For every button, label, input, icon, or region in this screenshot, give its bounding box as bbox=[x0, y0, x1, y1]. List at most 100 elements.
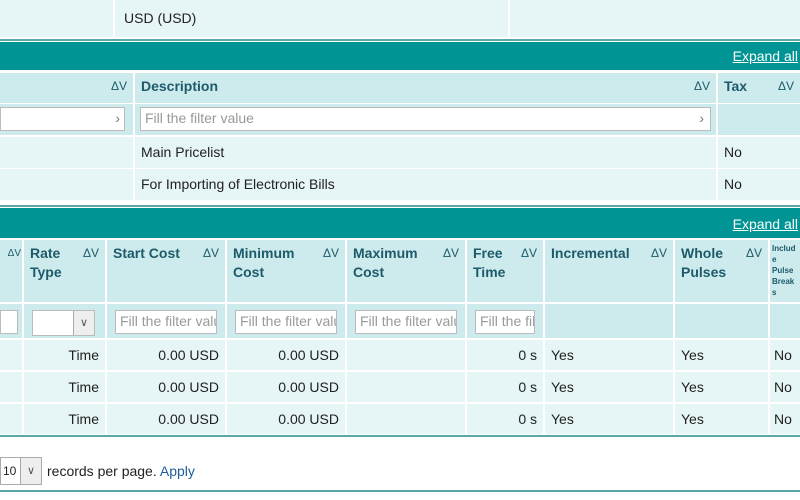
rates-expand-all-link[interactable]: Expand all bbox=[733, 216, 798, 232]
pricelist-tax: No bbox=[718, 169, 800, 200]
chevron-down-icon: ∨ bbox=[73, 311, 94, 335]
pricelists-header-bar: Expand all bbox=[0, 42, 800, 70]
name-filter-input[interactable] bbox=[0, 310, 18, 334]
rate-free-time: 0 s bbox=[467, 372, 543, 402]
start-cost-filter-input[interactable]: Fill the filter value bbox=[115, 310, 217, 334]
maximum-cost-filter-input[interactable]: Fill the filter value bbox=[355, 310, 457, 334]
header-label: Tax bbox=[724, 78, 748, 94]
placeholder: Fill the filter value bbox=[240, 313, 336, 329]
rate-name bbox=[0, 404, 22, 434]
currency-value: USD (USD) bbox=[115, 0, 508, 37]
table-row-cell bbox=[0, 137, 133, 168]
table-row-cell bbox=[0, 169, 133, 200]
filter-cell: ∨ bbox=[24, 304, 105, 338]
rate-incremental: Yes bbox=[545, 340, 673, 370]
header-label: Start Cost bbox=[113, 245, 180, 261]
column-header-incremental[interactable]: Incremental ΔV bbox=[545, 240, 673, 302]
sort-icon[interactable]: ΔV bbox=[443, 244, 459, 263]
rate-maximum-cost bbox=[347, 372, 465, 402]
header-label: Minimum Cost bbox=[233, 245, 295, 280]
header-label: Free Time bbox=[473, 245, 506, 280]
records-per-page-label: records per page. bbox=[47, 463, 157, 479]
sort-icon[interactable]: ΔV bbox=[651, 244, 667, 263]
rate-type-select[interactable]: ∨ bbox=[32, 310, 95, 336]
rate-incremental: Yes bbox=[545, 372, 673, 402]
rate-whole-pulses: Yes bbox=[675, 372, 768, 402]
sort-icon[interactable]: ΔV bbox=[83, 244, 99, 263]
filter-cell bbox=[675, 304, 768, 338]
sort-icon[interactable]: ΔV bbox=[521, 244, 537, 263]
placeholder: Fill the filter value bbox=[145, 110, 254, 126]
rate-maximum-cost bbox=[347, 404, 465, 434]
minimum-cost-filter-input[interactable]: Fill the filter value bbox=[235, 310, 337, 334]
sort-icon[interactable]: ΔV bbox=[323, 244, 339, 263]
rate-start-cost: 0.00 USD bbox=[107, 372, 225, 402]
chevron-right-icon: › bbox=[699, 110, 704, 126]
sort-icon[interactable]: ΔV bbox=[746, 244, 762, 263]
top-cell-empty bbox=[510, 0, 800, 37]
rate-name bbox=[0, 340, 22, 370]
column-header-tax[interactable]: Tax ΔV bbox=[718, 73, 800, 103]
header-label: Rate Type bbox=[30, 245, 62, 280]
column-header-rate-type[interactable]: Rate Type ΔV bbox=[24, 240, 105, 302]
column-header-start-cost[interactable]: Start Cost ΔV bbox=[107, 240, 225, 302]
column-header-name[interactable]: ΔV bbox=[0, 73, 133, 103]
sort-icon[interactable]: ΔV bbox=[8, 244, 21, 263]
filter-cell: Fill the filter value › bbox=[135, 104, 716, 135]
rate-whole-pulses: Yes bbox=[675, 404, 768, 434]
header-label: Description bbox=[141, 78, 219, 94]
column-header-whole-pulses[interactable]: Whole Pulses ΔV bbox=[675, 240, 768, 302]
rates-header-bar: Expand all bbox=[0, 208, 800, 238]
column-header-include-pulse-breaks[interactable]: Include Pulse Breaks bbox=[770, 240, 800, 302]
sort-icon[interactable]: ΔV bbox=[203, 244, 219, 263]
filter-cell: Fill the filter value bbox=[227, 304, 345, 338]
sort-icon[interactable]: ΔV bbox=[111, 77, 127, 96]
rate-incremental: Yes bbox=[545, 404, 673, 434]
placeholder: Fill the filter value bbox=[480, 313, 535, 329]
rate-include-pulse-breaks: No bbox=[770, 372, 800, 402]
placeholder: Fill the filter value bbox=[360, 313, 456, 329]
rate-whole-pulses: Yes bbox=[675, 340, 768, 370]
sort-icon[interactable]: ΔV bbox=[778, 77, 794, 96]
filter-cell: Fill the filter value bbox=[107, 304, 225, 338]
rate-start-cost: 0.00 USD bbox=[107, 404, 225, 434]
header-label: Maximum Cost bbox=[353, 245, 418, 280]
top-cell-label bbox=[0, 0, 113, 37]
records-per-page-select[interactable]: 10 ∨ bbox=[0, 457, 42, 485]
rate-rate-type: Time bbox=[24, 340, 105, 370]
description-filter-input[interactable]: Fill the filter value › bbox=[140, 107, 711, 131]
rate-minimum-cost: 0.00 USD bbox=[227, 372, 345, 402]
column-header-maximum-cost[interactable]: Maximum Cost ΔV bbox=[347, 240, 465, 302]
column-header-minimum-cost[interactable]: Minimum Cost ΔV bbox=[227, 240, 345, 302]
filter-cell bbox=[545, 304, 673, 338]
filter-cell: Fill the filter value bbox=[467, 304, 543, 338]
name-filter-input[interactable]: › bbox=[0, 107, 125, 131]
pricelists-expand-all-link[interactable]: Expand all bbox=[733, 48, 798, 64]
placeholder: Fill the filter value bbox=[120, 313, 216, 329]
sort-icon[interactable]: ΔV bbox=[694, 77, 710, 96]
pricelist-tax: No bbox=[718, 137, 800, 168]
rate-minimum-cost: 0.00 USD bbox=[227, 340, 345, 370]
free-time-filter-input[interactable]: Fill the filter value bbox=[475, 310, 535, 334]
column-header-free-time[interactable]: Free Time ΔV bbox=[467, 240, 543, 302]
column-header-description[interactable]: Description ΔV bbox=[135, 73, 716, 103]
header-label: Incremental bbox=[551, 245, 630, 261]
column-header-name[interactable]: ΔV bbox=[0, 240, 22, 302]
filter-cell bbox=[770, 304, 800, 338]
rate-include-pulse-breaks: No bbox=[770, 340, 800, 370]
select-value: 10 bbox=[3, 464, 17, 478]
pricelist-description[interactable]: Main Pricelist bbox=[135, 137, 716, 168]
apply-link[interactable]: Apply bbox=[160, 463, 195, 479]
rate-include-pulse-breaks: No bbox=[770, 404, 800, 434]
rate-rate-type: Time bbox=[24, 372, 105, 402]
rate-start-cost: 0.00 USD bbox=[107, 340, 225, 370]
rate-free-time: 0 s bbox=[467, 404, 543, 434]
rate-free-time: 0 s bbox=[467, 340, 543, 370]
pricelist-description[interactable]: For Importing of Electronic Bills bbox=[135, 169, 716, 200]
filter-cell bbox=[0, 304, 22, 338]
rate-name bbox=[0, 372, 22, 402]
filter-cell: Fill the filter value bbox=[347, 304, 465, 338]
rate-rate-type: Time bbox=[24, 404, 105, 434]
header-label: Whole Pulses bbox=[681, 245, 727, 280]
filter-cell: › bbox=[0, 104, 133, 135]
